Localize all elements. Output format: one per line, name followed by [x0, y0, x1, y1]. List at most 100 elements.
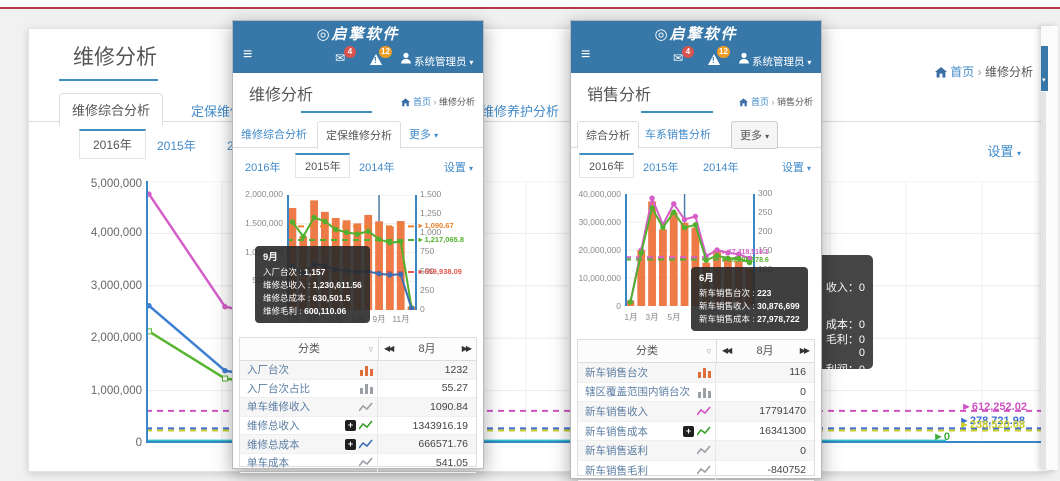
messages-badge: 4 — [682, 46, 694, 58]
y-axis-tick: 20,000,000 — [573, 245, 621, 255]
table-row[interactable]: 新车销售毛利 -840752 — [578, 461, 814, 481]
tab-series-sales[interactable]: 车系销售分析 — [645, 126, 711, 142]
tab-more-dropdown[interactable]: 更多 ▾ — [731, 121, 778, 149]
bar-chart-icon[interactable] — [698, 386, 711, 398]
page-title: 维修分析 — [73, 41, 157, 71]
arrow-marker-icon: ► — [961, 401, 972, 413]
year-tab-2014[interactable]: 2014年 — [703, 159, 738, 175]
y-axis-tick: 1,500 — [420, 189, 441, 199]
year-tab-2016[interactable]: 2016年 — [245, 159, 280, 175]
next-month-button[interactable]: ▶▶ — [462, 338, 470, 360]
next-month-button[interactable]: ▶▶ — [800, 340, 808, 362]
line-chart-icon[interactable] — [697, 445, 711, 457]
qiqing-software-logo: ◎启擎软件 — [571, 23, 821, 44]
expand-plus-icon[interactable]: + — [345, 439, 356, 450]
line-chart-icon[interactable] — [359, 401, 373, 413]
line-end-label-magenta: ►612,252.02 — [961, 401, 1027, 413]
window-header: ◎启擎软件 ≡ ✉ 4 ! 12 系统管理员 ▾ — [571, 21, 821, 73]
breadcrumb-home-link[interactable]: 首页 — [413, 97, 431, 107]
settings-dropdown[interactable]: 设置 ▾ — [987, 141, 1021, 160]
tab-more-dropdown[interactable]: 更多 ▾ — [409, 126, 438, 142]
analysis-tabs: 维修综合分析 定保维修分析 更多 ▾ — [233, 118, 483, 148]
line-chart-icon[interactable] — [697, 405, 711, 417]
breadcrumb: 首页 › 维修分析 — [935, 63, 1033, 80]
title-underline — [641, 111, 713, 113]
y-axis-tick: 0 — [420, 304, 425, 314]
y-axis-tick: 200 — [758, 226, 772, 236]
table-row[interactable]: 单车维修收入 1090.84 — [240, 398, 476, 417]
line-end-label-yellow: ►238,520.08 — [959, 419, 1025, 431]
tooltip-line: 新车销售收入 : 30,876,699 — [699, 300, 800, 313]
table-row[interactable]: 单车成本 541.05 — [240, 454, 476, 473]
tooltip-line: 利润：0 — [826, 361, 865, 377]
year-tab-2014[interactable]: 2014年 — [359, 159, 394, 175]
tab-sales-overview[interactable]: 综合分析 — [577, 121, 639, 149]
line-chart-icon[interactable] — [697, 425, 711, 437]
home-icon — [739, 98, 748, 107]
breadcrumb-home-link[interactable]: 首页 — [751, 97, 769, 107]
y-axis-tick: 1,500,000 — [239, 218, 283, 228]
year-tab-2016[interactable]: 2016年 — [579, 153, 634, 178]
settings-dropdown[interactable]: 设置 ▾ — [444, 159, 473, 175]
bar-chart-icon[interactable] — [698, 366, 711, 378]
analysis-tabs: 维修综合分析 定保维修分析 维修养护分析 — [29, 89, 1049, 122]
year-tab-2015[interactable]: 2015年 — [157, 137, 196, 154]
expand-plus-icon[interactable]: + — [683, 426, 694, 437]
bar-chart-icon[interactable] — [360, 382, 373, 394]
table-row[interactable]: 新车销售返利 0 — [578, 441, 814, 461]
table-row[interactable]: 新车销售成本+ 16341300 — [578, 422, 814, 442]
breadcrumb-current: 维修分析 — [985, 65, 1033, 79]
chart-tooltip: 9月 入厂台次 : 1,157 维修总收入 : 1,230,611.56 维修总… — [255, 246, 370, 323]
tooltip-line: 入厂台次 : 1,157 — [263, 266, 362, 279]
line-chart-icon[interactable] — [359, 457, 373, 469]
dashboard-screenshot: 维修分析 首页 › 维修分析 维修综合分析 定保维修分析 维修养护分析 设置 ▾… — [0, 0, 1060, 481]
alerts-badge: 12 — [717, 46, 730, 58]
table-row[interactable]: 新车销售收入 17791470 — [578, 402, 814, 422]
table-row[interactable]: 维修总成本+ 666571.76 — [240, 435, 476, 454]
right-sliver-scrollbar[interactable] — [1041, 92, 1046, 470]
y-axis-tick: 0 — [573, 301, 621, 311]
tooltip-line: 新车销售成本 : 27,978,722 — [699, 313, 800, 326]
avg-marker-green: ►1,217,065.8 — [417, 235, 464, 244]
line-chart-icon[interactable] — [359, 420, 373, 432]
y-axis-tick: 250 — [420, 285, 434, 295]
user-icon — [400, 52, 412, 64]
line-chart-icon[interactable] — [359, 438, 373, 450]
tab-maintenance-overview[interactable]: 维修综合分析 — [241, 126, 307, 142]
user-menu[interactable]: 系统管理员 ▾ — [414, 54, 473, 69]
year-tab-2016[interactable]: 2016年 — [79, 129, 146, 159]
chevron-down-icon: ▾ — [1017, 149, 1021, 158]
year-tab-2015[interactable]: 2015年 — [295, 153, 350, 178]
table-row[interactable]: 辖区覆盖范围内销台次 0 — [578, 383, 814, 403]
expand-plus-icon[interactable]: + — [345, 420, 356, 431]
user-menu[interactable]: 系统管理员 ▾ — [752, 54, 811, 69]
sort-icon[interactable]: ▿ — [368, 338, 373, 360]
chevron-down-icon: ▾ — [1042, 76, 1046, 84]
x-axis-tick: 1月 — [620, 311, 642, 323]
breadcrumb-current: 销售分析 — [777, 97, 813, 107]
table-row[interactable]: 维修总收入+ 1343916.19 — [240, 417, 476, 436]
sort-icon[interactable]: ▿ — [706, 340, 711, 362]
y-axis-tick: 30,000,000 — [573, 217, 621, 227]
table-row[interactable]: 入厂台次占比 55.27 — [240, 380, 476, 399]
breadcrumb-home-link[interactable]: 首页 — [950, 65, 974, 79]
hamburger-menu-icon[interactable]: ≡ — [243, 47, 252, 63]
sales-analysis-window: ◎启擎软件 ≡ ✉ 4 ! 12 系统管理员 ▾ 销售分析 首页 › 销售分析 … — [570, 20, 822, 479]
table-row[interactable]: 入厂台次 1232 — [240, 361, 476, 380]
year-tab-2015[interactable]: 2015年 — [643, 159, 678, 175]
line-chart-icon[interactable] — [697, 464, 711, 476]
settings-dropdown[interactable]: 设置 ▾ — [782, 159, 811, 175]
table-row[interactable]: 新车销售台次 116 — [578, 363, 814, 383]
maintenance-analysis-window: ◎启擎软件 ≡ ✉ 4 ! 12 系统管理员 ▾ 维修分析 首页 › 维修分析 … — [232, 20, 484, 469]
tooltip-line: 收入：0 — [826, 279, 865, 295]
qiqing-software-logo: ◎启擎软件 — [233, 23, 483, 44]
hamburger-menu-icon[interactable]: ≡ — [581, 47, 590, 63]
tooltip-line: 成本：0 — [826, 316, 865, 332]
tab-maintenance-overview[interactable]: 维修综合分析 — [59, 93, 163, 126]
chevron-down-icon: ▾ — [807, 58, 811, 67]
y-axis-tick: 1,000,000 — [64, 385, 142, 397]
bar-chart-icon[interactable] — [360, 364, 373, 376]
top-margin — [0, 0, 1060, 7]
tab-scheduled-maintenance[interactable]: 定保维修分析 — [317, 121, 401, 149]
tab-maintenance-care[interactable]: 维修养护分析 — [481, 101, 559, 120]
